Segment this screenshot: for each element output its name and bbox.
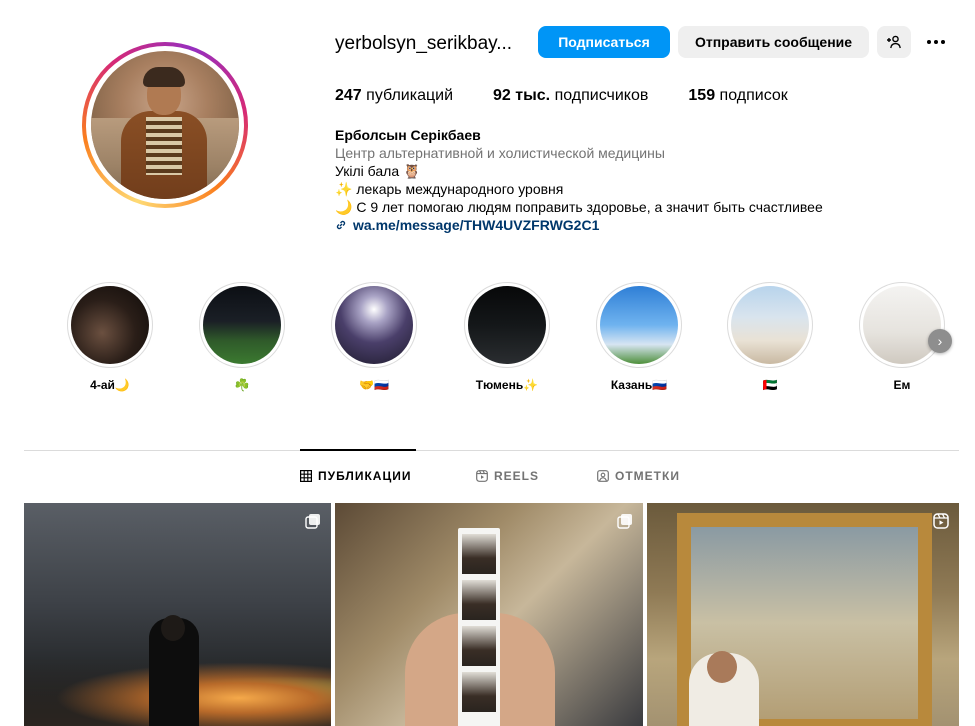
- avatar[interactable]: [91, 51, 239, 199]
- post-person-head: [161, 615, 185, 641]
- posts-count: 247: [335, 87, 362, 104]
- highlight-label: Тюмень✨: [475, 378, 539, 392]
- tab-tagged[interactable]: ОТМЕТКИ: [597, 469, 680, 483]
- highlight-ring: [331, 282, 417, 368]
- highlight-ring: [596, 282, 682, 368]
- carousel-icon: [617, 514, 632, 529]
- highlight-item[interactable]: Казань🇷🇺: [595, 282, 683, 392]
- tagged-icon: [597, 470, 609, 482]
- highlight-label: 🇦🇪: [762, 378, 778, 392]
- highlight-ring: [859, 282, 945, 368]
- follow-button[interactable]: Подписаться: [538, 26, 670, 58]
- more-options-icon-dot: [934, 40, 938, 44]
- bio-link-text: wa.me/message/THW4UVZFRWG2C1: [353, 217, 600, 233]
- highlight-label: 🤝🇷🇺: [359, 378, 389, 392]
- followers-count: 92 тыс.: [493, 87, 551, 104]
- posts-label: публикаций: [366, 87, 454, 104]
- send-message-button[interactable]: Отправить сообщение: [678, 26, 869, 58]
- bio-line: 🌙 С 9 лет помогаю людям поправить здоров…: [335, 199, 823, 215]
- highlight-cover: [731, 286, 809, 364]
- highlight-label: Казань🇷🇺: [610, 378, 668, 392]
- highlight-item[interactable]: 🤝🇷🇺: [330, 282, 418, 392]
- story-highlights: 4-ай🌙 ☘️ 🤝🇷🇺 Тюмень✨ Казань🇷🇺 🇦🇪 Ем ›: [66, 282, 956, 402]
- profile-bio: Ерболсын Серікбаев Центр альтернативной …: [335, 126, 823, 234]
- avatar-frame: [86, 46, 244, 204]
- active-tab-indicator: [300, 449, 416, 451]
- category-label: Центр альтернативной и холистической мед…: [335, 145, 665, 161]
- highlight-label: 4-ай🌙: [90, 378, 130, 392]
- highlight-cover: [600, 286, 678, 364]
- tabs-divider: [24, 450, 959, 451]
- reels-icon: [476, 470, 488, 482]
- highlight-cover: [203, 286, 281, 364]
- post-thumbnail[interactable]: [24, 503, 331, 726]
- tab-tagged-label: ОТМЕТКИ: [615, 469, 680, 483]
- posts-grid: [24, 503, 959, 726]
- following-label: подписок: [719, 87, 788, 104]
- grid-icon: [300, 470, 312, 482]
- link-icon: [336, 220, 346, 230]
- post-photo-strip: [458, 528, 500, 726]
- highlight-ring: [727, 282, 813, 368]
- tab-reels-label: REELS: [494, 469, 540, 483]
- photo-strip-frame: [462, 672, 496, 712]
- post-thumbnail[interactable]: [335, 503, 643, 726]
- username: yerbolsyn_serikbay...: [335, 33, 513, 54]
- add-user-icon: [887, 35, 901, 49]
- more-options-icon-dot: [941, 40, 945, 44]
- highlight-ring: [464, 282, 550, 368]
- photo-strip-frame: [462, 580, 496, 620]
- highlights-next-button[interactable]: ›: [928, 329, 952, 353]
- full-name: Ерболсын Серікбаев: [335, 127, 481, 143]
- avatar-person-chest-pattern: [146, 117, 182, 175]
- post-thumbnail[interactable]: [647, 503, 959, 726]
- carousel-icon: [305, 514, 320, 529]
- more-options-button[interactable]: [922, 30, 950, 54]
- highlight-label: Ем: [893, 378, 911, 392]
- profile-stats: 247 публикаций 92 тыс. подписчиков 159 п…: [335, 87, 828, 105]
- tab-posts-label: ПУБЛИКАЦИИ: [318, 469, 412, 483]
- bio-line: ✨ лекарь международного уровня: [335, 181, 564, 197]
- avatar-person-hat: [143, 67, 185, 87]
- highlight-cover: [863, 286, 941, 364]
- photo-strip-frame: [462, 626, 496, 666]
- highlight-cover: [468, 286, 546, 364]
- highlight-ring: [199, 282, 285, 368]
- highlight-ring: [67, 282, 153, 368]
- reels-icon: [933, 513, 949, 529]
- highlight-item[interactable]: 🇦🇪: [726, 282, 814, 392]
- highlight-item[interactable]: 4-ай🌙: [66, 282, 154, 392]
- followers-label: подписчиков: [554, 87, 649, 104]
- chevron-right-icon: ›: [937, 333, 943, 349]
- highlight-cover: [335, 286, 413, 364]
- tab-posts[interactable]: ПУБЛИКАЦИИ: [300, 469, 411, 483]
- bio-link[interactable]: wa.me/message/THW4UVZFRWG2C1: [335, 216, 823, 234]
- post-person-head: [707, 651, 737, 683]
- profile-avatar-ring[interactable]: [82, 42, 248, 208]
- more-options-icon: [927, 40, 931, 44]
- highlight-item[interactable]: Тюмень✨: [463, 282, 551, 392]
- following-count: 159: [688, 87, 716, 104]
- following-stat[interactable]: 159 подписок: [688, 87, 787, 105]
- bio-line: Укілі бала 🦉: [335, 163, 421, 179]
- suggest-users-button[interactable]: [877, 26, 911, 58]
- photo-strip-frame: [462, 534, 496, 574]
- tab-reels[interactable]: REELS: [476, 469, 539, 483]
- posts-stat: 247 публикаций: [335, 87, 453, 105]
- highlight-cover: [71, 286, 149, 364]
- highlight-label: ☘️: [234, 378, 250, 392]
- highlight-item[interactable]: ☘️: [198, 282, 286, 392]
- followers-stat[interactable]: 92 тыс. подписчиков: [493, 87, 648, 105]
